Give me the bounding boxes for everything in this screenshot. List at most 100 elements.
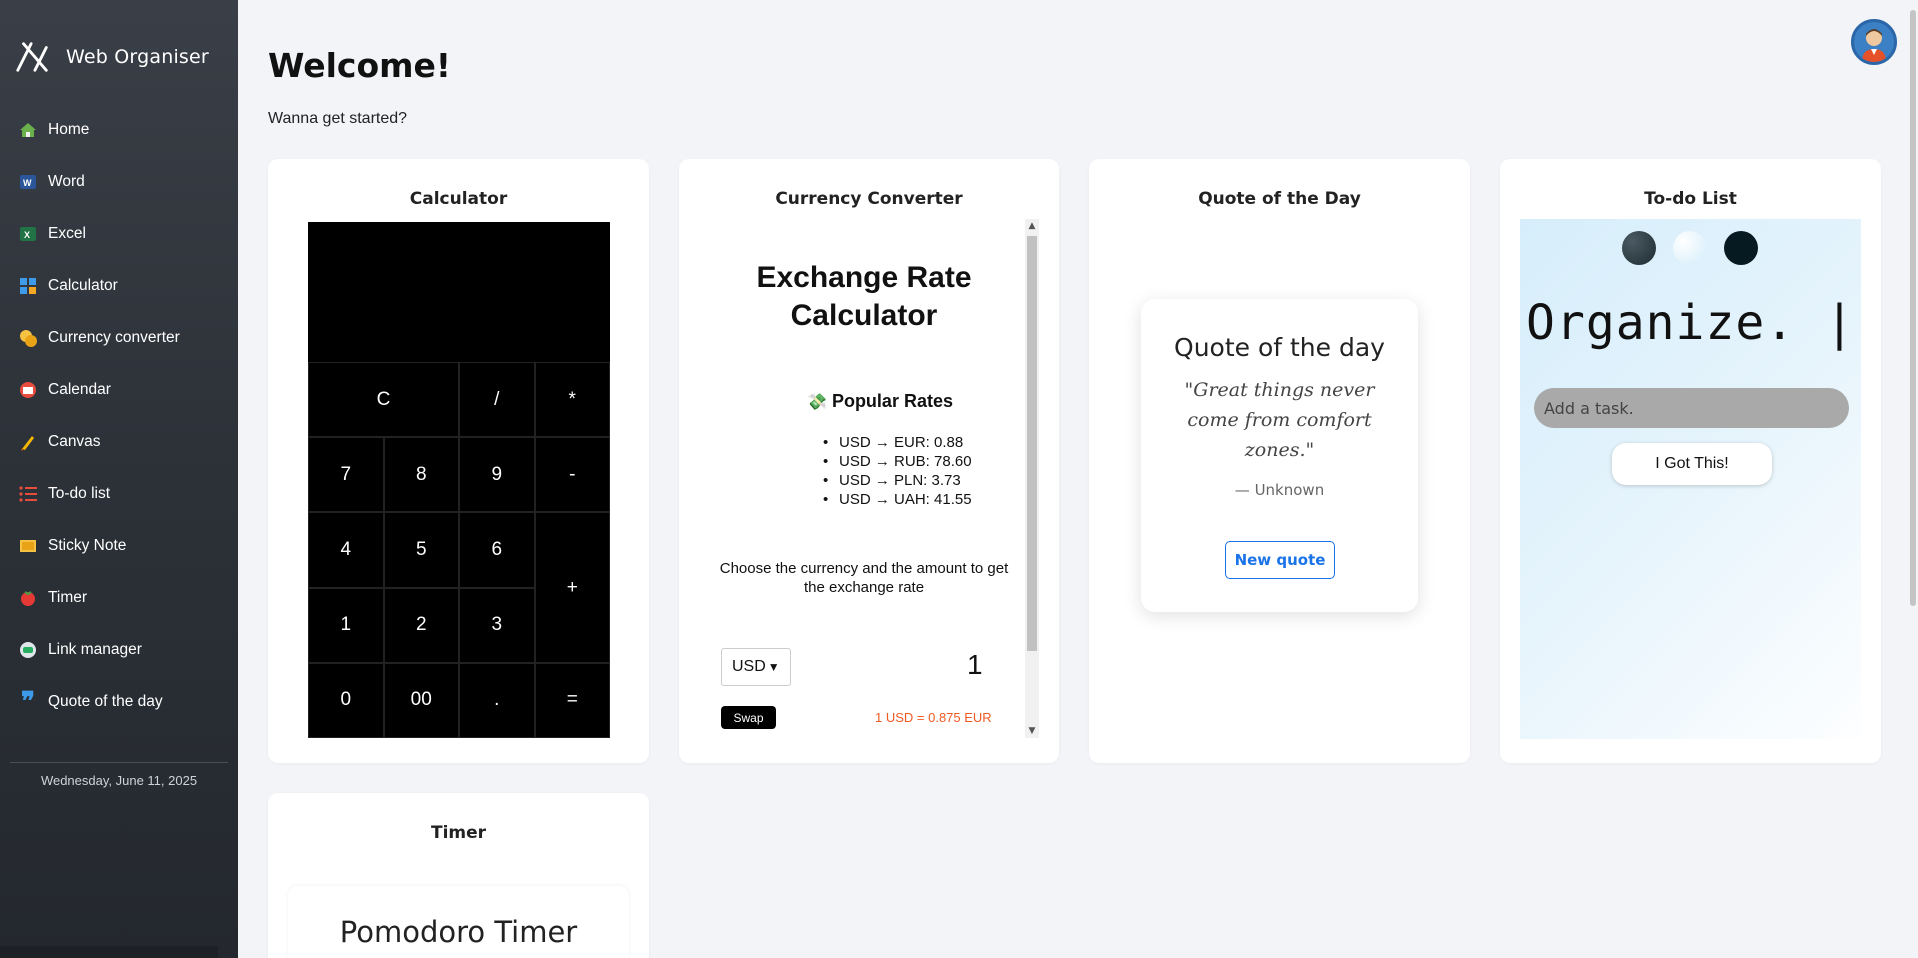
coins-icon: [18, 328, 38, 348]
rates-list: USD → EUR: 0.88 USD → RUB: 78.60 USD → P…: [823, 433, 972, 509]
calculator: C / * 7 8 9 - 4 5 6 + 1 2 3 0 00 . =: [308, 222, 610, 738]
theme-darker-button[interactable]: [1724, 231, 1758, 265]
sidebar-item-todo-list[interactable]: To-do list: [0, 468, 238, 520]
card-title: To-do List: [1644, 189, 1737, 209]
sidebar-item-label: Currency converter: [48, 329, 180, 346]
brush-icon: [18, 432, 38, 452]
sidebar-divider: [10, 762, 228, 763]
sidebar-item-label: Sticky Note: [48, 537, 127, 554]
caret-down-icon: ▼: [767, 660, 780, 674]
card-title: Quote of the Day: [1198, 189, 1361, 209]
sidebar-item-label: Calculator: [48, 277, 118, 294]
sidebar-item-label: To-do list: [48, 485, 111, 502]
link-icon: [18, 640, 38, 660]
word-icon: W: [18, 172, 38, 192]
sidebar-footer-bar: [0, 946, 218, 958]
calc-key-4[interactable]: 4: [308, 512, 384, 588]
theme-light-button[interactable]: [1673, 231, 1707, 265]
logo-icon: [16, 42, 48, 72]
frame-scrollbar[interactable]: ▲ ▼: [1025, 219, 1039, 738]
conversion-result: 1 USD = 0.875 EUR: [875, 710, 992, 725]
calc-key-plus[interactable]: +: [534, 512, 610, 663]
calc-key-decimal[interactable]: .: [459, 662, 535, 738]
brand[interactable]: Web Organiser: [14, 38, 209, 76]
sidebar-item-canvas[interactable]: Canvas: [0, 416, 238, 468]
scrollbar-thumb[interactable]: [1027, 236, 1037, 651]
calculator-keypad: C / * 7 8 9 - 4 5 6 + 1 2 3 0 00 . =: [308, 362, 610, 738]
todo-heading-text: Organize.: [1526, 295, 1796, 351]
calc-key-0[interactable]: 0: [308, 662, 384, 738]
calc-key-9[interactable]: 9: [459, 437, 535, 513]
instruction-text: Choose the currency and the amount to ge…: [719, 560, 1009, 596]
quote-author: — Unknown: [1234, 481, 1325, 499]
sidebar-item-currency-converter[interactable]: Currency converter: [0, 312, 238, 364]
tomato-icon: [18, 588, 38, 608]
todo-card: To-do List Organize. | Add a task. I Got…: [1500, 159, 1881, 763]
page-title: Welcome!: [268, 46, 451, 85]
exchange-heading: Exchange Rate Calculator: [756, 261, 972, 332]
calc-key-6[interactable]: 6: [459, 512, 535, 588]
calc-key-clear[interactable]: C: [308, 362, 459, 438]
amount-input[interactable]: 1: [967, 649, 983, 681]
currency-converter-card: Currency Converter Exchange Rate Calcula…: [679, 159, 1059, 763]
sidebar-item-quote-of-the-day[interactable]: ❞ Quote of the day: [0, 676, 238, 728]
user-avatar[interactable]: [1851, 19, 1897, 65]
sidebar-item-sticky-note[interactable]: Sticky Note: [0, 520, 238, 572]
currency-converter-frame: Exchange Rate Calculator 💸 Popular Rates…: [707, 219, 1041, 738]
page-scrollbar[interactable]: [1910, 10, 1916, 606]
scroll-up-icon[interactable]: ▲: [1025, 219, 1039, 233]
sidebar-item-excel[interactable]: X Excel: [0, 208, 238, 260]
excel-icon: X: [18, 224, 38, 244]
sidebar-item-word[interactable]: W Word: [0, 156, 238, 208]
pomodoro-heading: Pomodoro Timer: [339, 915, 578, 949]
text-cursor: |: [1825, 295, 1855, 351]
theme-dark-button[interactable]: [1622, 231, 1656, 265]
current-date: Wednesday, June 11, 2025: [40, 773, 198, 788]
scroll-down-icon[interactable]: ▼: [1025, 724, 1039, 738]
sidebar-item-calendar[interactable]: Calendar: [0, 364, 238, 416]
list-item: USD → UAH: 41.55: [823, 490, 972, 509]
popular-rates-title: 💸 Popular Rates: [807, 391, 953, 412]
calc-key-1[interactable]: 1: [308, 587, 384, 663]
list-icon: [18, 484, 38, 504]
calc-key-minus[interactable]: -: [534, 437, 610, 513]
calc-key-7[interactable]: 7: [308, 437, 384, 513]
list-item: USD → PLN: 3.73: [823, 471, 972, 490]
card-title: Currency Converter: [775, 189, 963, 209]
task-input[interactable]: Add a task.: [1534, 388, 1849, 428]
sidebar-item-calculator[interactable]: Calculator: [0, 260, 238, 312]
sticky-note-icon: [18, 536, 38, 556]
new-quote-button[interactable]: New quote: [1225, 541, 1335, 579]
app-name: Web Organiser: [66, 46, 209, 68]
calc-key-00[interactable]: 00: [383, 662, 459, 738]
sidebar-item-label: Link manager: [48, 641, 142, 658]
calc-key-8[interactable]: 8: [383, 437, 459, 513]
quote-card: Quote of the Day Quote of the day "Great…: [1089, 159, 1470, 763]
sidebar-item-label: Excel: [48, 225, 86, 242]
sidebar-item-timer[interactable]: Timer: [0, 572, 238, 624]
sidebar-item-label: Quote of the day: [48, 693, 163, 710]
card-title: Calculator: [409, 189, 508, 209]
calc-key-5[interactable]: 5: [383, 512, 459, 588]
todo-heading: Organize. |: [1520, 295, 1861, 351]
sidebar-item-label: Timer: [48, 589, 88, 606]
svg-text:X: X: [24, 230, 30, 240]
money-icon: 💸: [807, 394, 827, 411]
sidebar-item-home[interactable]: Home: [0, 104, 238, 156]
calc-key-divide[interactable]: /: [459, 362, 535, 438]
quote-box-title: Quote of the day: [1174, 333, 1385, 362]
calc-key-equals[interactable]: =: [534, 662, 610, 738]
list-item: USD → EUR: 0.88: [823, 433, 972, 452]
popular-rates-label: Popular Rates: [831, 391, 953, 411]
calc-key-3[interactable]: 3: [459, 587, 535, 663]
timer-card: Timer Pomodoro Timer: [268, 793, 649, 958]
calendar-icon: [18, 380, 38, 400]
card-title: Timer: [430, 823, 487, 843]
add-task-button[interactable]: I Got This!: [1612, 443, 1772, 485]
currency-select[interactable]: USD ▼: [721, 648, 791, 686]
calc-key-multiply[interactable]: *: [534, 362, 610, 438]
calculator-icon: [18, 276, 38, 296]
calc-key-2[interactable]: 2: [383, 587, 459, 663]
sidebar-item-link-manager[interactable]: Link manager: [0, 624, 238, 676]
swap-button[interactable]: Swap: [721, 706, 776, 729]
